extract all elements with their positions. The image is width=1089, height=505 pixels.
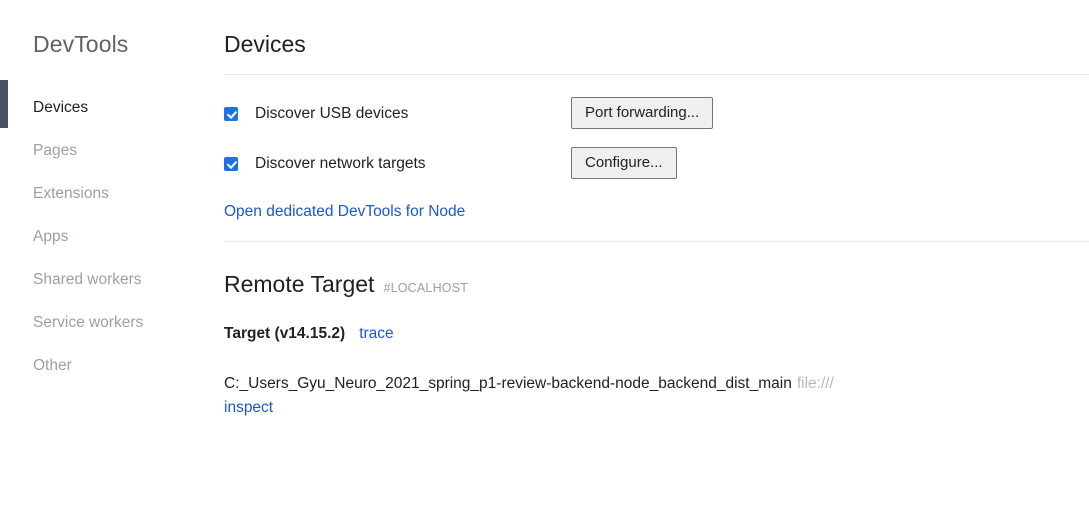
sidebar-item-extensions[interactable]: Extensions xyxy=(0,172,224,215)
sidebar: DevTools Devices Pages Extensions Apps S… xyxy=(0,0,224,505)
sidebar-item-pages[interactable]: Pages xyxy=(0,129,224,172)
discover-network-label: Discover network targets xyxy=(255,155,426,172)
target-name: Target (v14.15.2) xyxy=(224,325,346,342)
divider-middle xyxy=(224,241,1089,242)
open-dedicated-devtools-for-node-link[interactable]: Open dedicated DevTools for Node xyxy=(224,201,465,223)
discover-network-checkbox[interactable] xyxy=(224,157,238,171)
sidebar-item-apps[interactable]: Apps xyxy=(0,215,224,258)
page-title: Devices xyxy=(224,31,306,57)
discover-usb-label: Discover USB devices xyxy=(255,105,409,122)
sidebar-item-shared-workers[interactable]: Shared workers xyxy=(0,258,224,301)
discover-usb-row: Discover USB devices xyxy=(224,100,408,128)
port-forwarding-button[interactable]: Port forwarding... xyxy=(571,97,714,129)
sidebar-item-label: Devices xyxy=(33,98,89,116)
configure-button[interactable]: Configure... xyxy=(571,147,677,179)
discover-network-checkbox-wrap xyxy=(224,157,246,171)
inspect-link[interactable]: inspect xyxy=(224,395,1024,420)
sidebar-item-other[interactable]: Other xyxy=(0,344,224,387)
divider-top xyxy=(224,74,1089,75)
sidebar-item-label: Extensions xyxy=(33,184,109,202)
active-indicator-bar xyxy=(0,80,8,128)
trace-link[interactable]: trace xyxy=(359,325,393,343)
sidebar-item-label: Pages xyxy=(33,141,77,159)
main-content: Devices Discover USB devices Port forwar… xyxy=(224,0,1089,505)
sidebar-item-devices[interactable]: Devices xyxy=(0,80,224,129)
target-url: file:/// xyxy=(796,375,834,392)
sidebar-item-label: Other xyxy=(33,356,72,374)
target-row: Target (v14.15.2) trace xyxy=(224,325,394,343)
remote-target-title: Remote Target xyxy=(224,271,375,297)
remote-target-header: Remote Target #LOCALHOST xyxy=(224,270,468,298)
discover-usb-checkbox[interactable] xyxy=(224,107,238,121)
target-path-block: C:_Users_Gyu_Neuro_2021_spring_p1-review… xyxy=(224,371,1024,420)
devtools-inspect-page: DevTools Devices Pages Extensions Apps S… xyxy=(0,0,1089,505)
discover-network-row: Discover network targets xyxy=(224,150,426,178)
sidebar-nav: Devices Pages Extensions Apps Shared wor… xyxy=(0,80,224,387)
discover-usb-checkbox-wrap xyxy=(224,107,246,121)
sidebar-item-label: Service workers xyxy=(33,313,144,331)
sidebar-item-service-workers[interactable]: Service workers xyxy=(0,301,224,344)
target-path: C:_Users_Gyu_Neuro_2021_spring_p1-review… xyxy=(224,375,792,392)
sidebar-item-label: Shared workers xyxy=(33,270,142,288)
sidebar-item-label: Apps xyxy=(33,227,69,245)
app-title: DevTools xyxy=(33,31,129,57)
remote-target-host: #LOCALHOST xyxy=(383,281,469,295)
